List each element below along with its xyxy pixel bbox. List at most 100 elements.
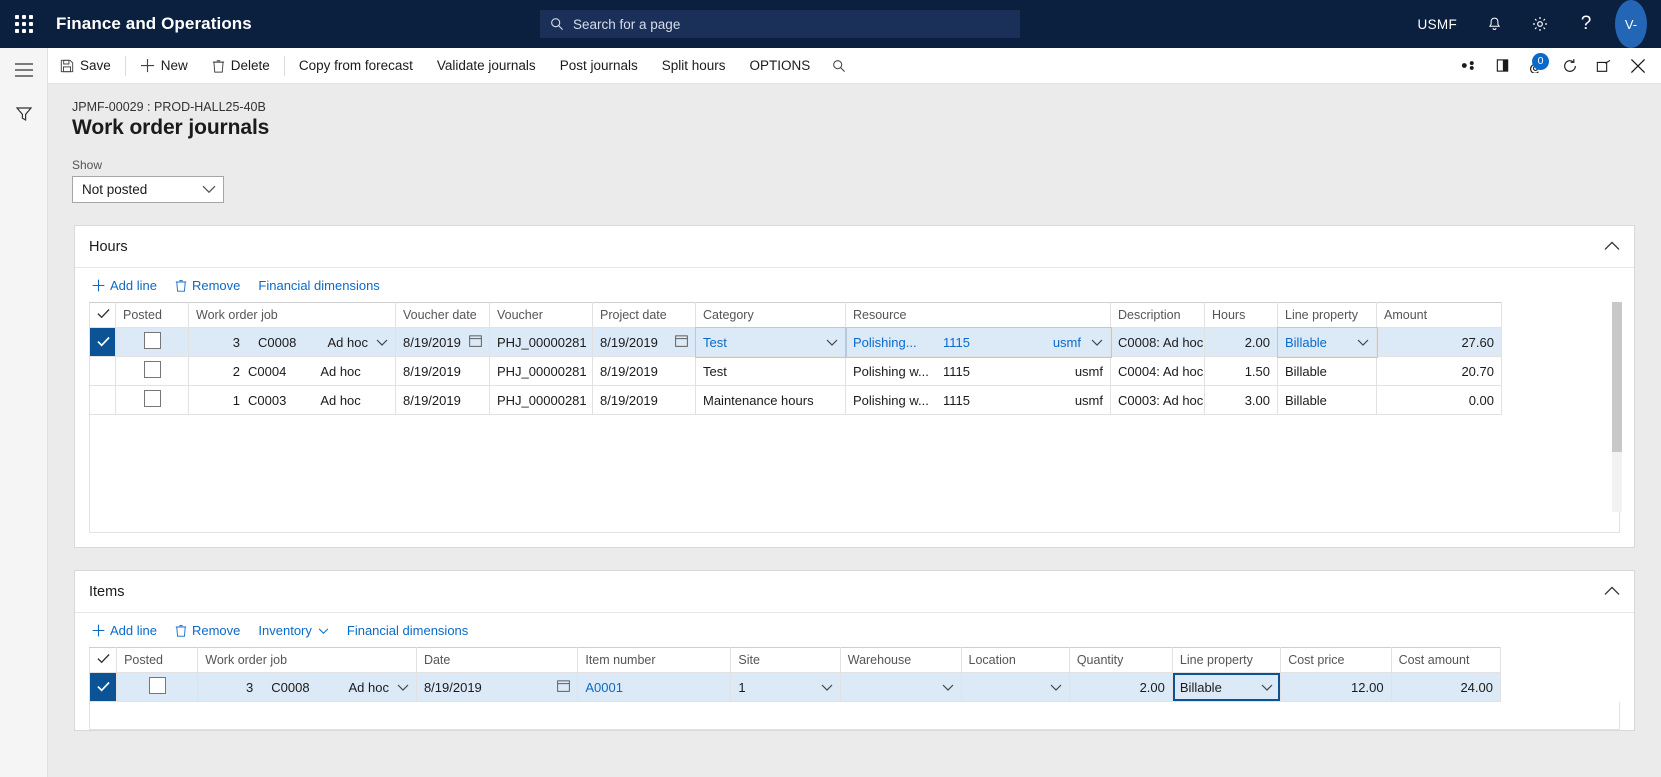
quantity-cell[interactable]: 2.00	[1068, 672, 1173, 702]
items-col-item-number[interactable]: Item number	[577, 647, 732, 673]
avatar[interactable]: V-	[1615, 0, 1647, 48]
voucher-date-cell[interactable]: 8/19/2019	[395, 356, 490, 386]
voucher-cell[interactable]: PHJ_00000281	[489, 385, 593, 415]
hours-col-voucher[interactable]: Voucher	[489, 302, 593, 328]
chevron-down-icon[interactable]	[1050, 680, 1062, 695]
posted-checkbox[interactable]	[116, 672, 199, 702]
items-inventory-button[interactable]: Inventory	[249, 617, 337, 643]
amount-cell[interactable]: 20.70	[1376, 356, 1502, 386]
global-search-box[interactable]: Search for a page	[540, 10, 1020, 38]
app-launcher-icon[interactable]	[0, 0, 48, 48]
table-row[interactable]: 1 C0003 Ad hoc 8/19/2019 PHJ_00000281 8/…	[89, 385, 1502, 415]
items-select-all-header[interactable]	[88, 647, 118, 673]
split-hours-button[interactable]: Split hours	[650, 48, 738, 84]
amount-cell[interactable]: 0.00	[1376, 385, 1502, 415]
open-in-new-window-icon[interactable]	[1485, 48, 1519, 84]
date-cell[interactable]: 8/19/2019	[415, 672, 579, 702]
amount-cell[interactable]: 27.60	[1376, 327, 1502, 357]
hours-financial-dimensions-button[interactable]: Financial dimensions	[249, 272, 388, 298]
hours-cell[interactable]: 1.50	[1204, 356, 1278, 386]
posted-checkbox[interactable]	[115, 356, 189, 386]
hours-col-posted[interactable]: Posted	[115, 302, 189, 328]
show-filter-select[interactable]: Not posted	[72, 176, 224, 203]
items-col-location[interactable]: Location	[960, 647, 1070, 673]
cost-amount-cell[interactable]: 24.00	[1390, 672, 1502, 702]
description-cell[interactable]: C0003: Ad hoc	[1110, 385, 1205, 415]
attachments-icon[interactable]: 0	[1519, 48, 1553, 84]
site-cell[interactable]: 1	[730, 672, 841, 702]
chevron-down-icon[interactable]	[397, 680, 409, 695]
hours-col-line-property[interactable]: Line property	[1277, 302, 1377, 328]
items-col-line-property[interactable]: Line property	[1171, 647, 1282, 673]
resource-cell[interactable]: Polishing w... 1115 usmf	[845, 385, 1111, 415]
hours-select-all-header[interactable]	[89, 302, 116, 328]
calendar-icon[interactable]	[675, 334, 688, 350]
voucher-date-cell[interactable]: 8/19/2019	[395, 327, 490, 357]
hours-col-amount[interactable]: Amount	[1376, 302, 1502, 328]
validate-journals-button[interactable]: Validate journals	[425, 48, 548, 84]
posted-checkbox[interactable]	[115, 385, 189, 415]
hours-remove-button[interactable]: Remove	[166, 272, 249, 298]
row-select-indicator[interactable]	[89, 385, 116, 415]
hours-vertical-scrollbar[interactable]	[1612, 302, 1622, 512]
chevron-down-icon[interactable]	[942, 680, 954, 695]
items-col-quantity[interactable]: Quantity	[1068, 647, 1173, 673]
items-col-date[interactable]: Date	[415, 647, 579, 673]
hours-cell[interactable]: 3.00	[1204, 385, 1278, 415]
items-add-line-button[interactable]: Add line	[83, 617, 166, 643]
hours-col-resource[interactable]: Resource	[845, 302, 1111, 328]
table-row[interactable]: 3 C0008 Ad hoc 8/19/201	[89, 326, 1502, 358]
save-button[interactable]: Save	[48, 48, 123, 84]
filter-icon[interactable]	[0, 92, 48, 136]
copy-from-forecast-button[interactable]: Copy from forecast	[287, 48, 425, 84]
hours-col-category[interactable]: Category	[695, 302, 846, 328]
cost-price-cell[interactable]: 12.00	[1280, 672, 1392, 702]
items-col-site[interactable]: Site	[730, 647, 841, 673]
work-order-job-cell[interactable]: 3 C0008 Ad hoc	[197, 672, 417, 702]
hours-col-work-order-job[interactable]: Work order job	[188, 302, 396, 328]
posted-checkbox[interactable]	[115, 327, 189, 357]
hours-cell[interactable]: 2.00	[1204, 327, 1278, 357]
chevron-down-icon[interactable]	[821, 680, 833, 695]
items-col-warehouse[interactable]: Warehouse	[839, 647, 962, 673]
hours-col-project-date[interactable]: Project date	[592, 302, 696, 328]
close-icon[interactable]	[1621, 48, 1655, 84]
location-cell[interactable]	[960, 672, 1070, 702]
voucher-date-cell[interactable]: 8/19/2019	[395, 385, 490, 415]
hours-col-hours[interactable]: Hours	[1204, 302, 1278, 328]
table-row[interactable]: 3 C0008 Ad hoc 8/19/201	[88, 672, 1502, 702]
new-button[interactable]: New	[128, 48, 200, 84]
personalize-icon[interactable]	[1451, 48, 1485, 84]
category-cell[interactable]: Maintenance hours	[695, 385, 846, 415]
item-number-cell[interactable]: A0001	[577, 672, 732, 702]
line-property-cell[interactable]: Billable	[1171, 672, 1282, 702]
chevron-down-icon[interactable]	[1091, 335, 1103, 350]
calendar-icon[interactable]	[469, 334, 482, 350]
notifications-icon[interactable]	[1471, 0, 1517, 48]
category-cell[interactable]: Test	[695, 356, 846, 386]
company-selector[interactable]: USMF	[1404, 0, 1471, 48]
voucher-cell[interactable]: PHJ_00000281	[489, 356, 593, 386]
options-button[interactable]: OPTIONS	[738, 48, 823, 84]
items-col-work-order-job[interactable]: Work order job	[197, 647, 417, 673]
hamburger-menu-icon[interactable]	[0, 48, 48, 92]
hours-scroll-thumb[interactable]	[1612, 302, 1622, 452]
project-date-cell[interactable]: 8/19/2019	[592, 327, 696, 357]
command-search-icon[interactable]	[822, 48, 856, 84]
chevron-down-icon[interactable]	[826, 335, 838, 350]
row-select-indicator[interactable]	[88, 672, 118, 702]
popout-icon[interactable]	[1587, 48, 1621, 84]
work-order-job-cell[interactable]: 1 C0003 Ad hoc	[188, 385, 396, 415]
description-cell[interactable]: C0004: Ad hoc	[1110, 356, 1205, 386]
chevron-down-icon[interactable]	[376, 335, 388, 350]
items-col-posted[interactable]: Posted	[116, 647, 199, 673]
settings-gear-icon[interactable]	[1517, 0, 1563, 48]
help-icon[interactable]: ?	[1563, 0, 1609, 48]
warehouse-cell[interactable]	[839, 672, 962, 702]
hours-add-line-button[interactable]: Add line	[83, 272, 166, 298]
hours-col-voucher-date[interactable]: Voucher date	[395, 302, 490, 328]
table-row[interactable]: 2 C0004 Ad hoc 8/19/2019 PHJ_00000281 8/…	[89, 356, 1502, 386]
row-select-indicator[interactable]	[89, 327, 116, 357]
resource-cell[interactable]: Polishing... 1115 usmf	[844, 326, 1112, 358]
items-col-cost-price[interactable]: Cost price	[1280, 647, 1392, 673]
